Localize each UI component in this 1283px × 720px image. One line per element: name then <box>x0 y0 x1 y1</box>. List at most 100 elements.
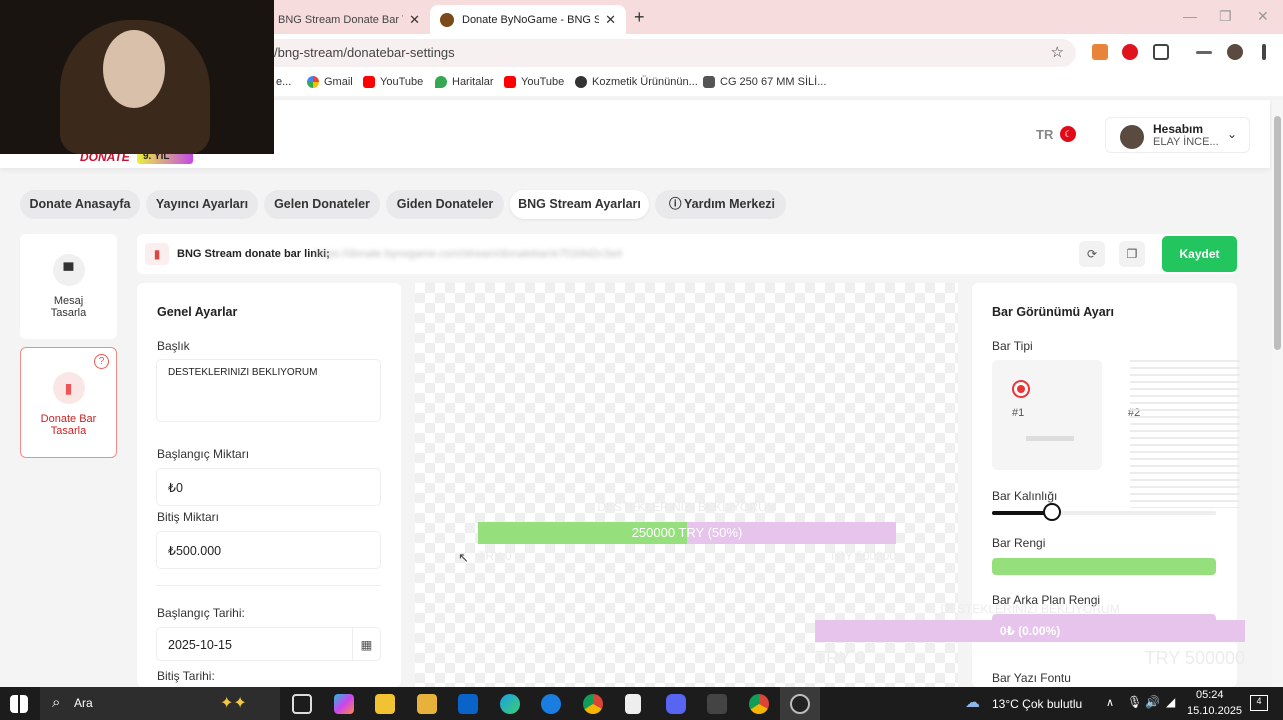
sidebar-item-label: Tasarla <box>50 307 87 319</box>
turkey-flag-icon: ☾ <box>1060 126 1077 142</box>
volume-icon[interactable]: 🔊 <box>1145 695 1160 709</box>
tray-chevron-icon[interactable]: ∧ <box>1106 696 1114 709</box>
video-editor-icon[interactable] <box>707 694 727 714</box>
tab-bng-stream-settings[interactable]: BNG Stream Ayarları <box>510 190 649 219</box>
clock-time[interactable]: 05:24 <box>1196 689 1224 701</box>
bookmark-cg[interactable]: CG 250 67 MM SİLİ... <box>703 76 826 88</box>
start-amount-label: Başlangıç Miktarı <box>157 447 250 461</box>
progress-label: 0₺ (0.00%) <box>999 624 1061 638</box>
bar-type-option-2[interactable]: #2 <box>1110 360 1240 508</box>
store-icon[interactable] <box>375 694 395 714</box>
bookmark-star-icon[interactable]: ☆ <box>1051 39 1064 67</box>
radio-selected-icon[interactable] <box>1012 380 1030 398</box>
discord-icon[interactable] <box>666 694 686 714</box>
clock-date[interactable]: 15.10.2025 <box>1187 705 1242 717</box>
preview-min-label: TRY 0 <box>478 549 512 563</box>
taskbar-active-app[interactable] <box>780 687 820 720</box>
taskbar-search[interactable]: ⌕ Ara ✦✦ <box>40 687 280 720</box>
bar-thickness-label: Bar Kalınlığı <box>992 489 1058 503</box>
start-amount-input[interactable]: ₺0 <box>156 468 381 506</box>
calendar-icon[interactable]: ▦ <box>352 628 380 660</box>
bookmark-cosmetics[interactable]: Kozmetik Ürününün... <box>575 76 698 88</box>
media-control-icon[interactable] <box>1196 51 1212 54</box>
language-selector[interactable]: TR ☾ <box>1036 126 1077 142</box>
network-icon[interactable]: ◢ <box>1166 695 1175 709</box>
extension-fox-icon[interactable] <box>1092 44 1108 60</box>
minimize-icon[interactable]: — <box>1183 8 1197 24</box>
notifications-icon[interactable]: 4 <box>1250 695 1268 711</box>
tab-streamer-settings[interactable]: Yayıncı Ayarları <box>146 190 258 219</box>
refresh-link-icon[interactable]: ⟳ <box>1079 241 1105 267</box>
chrome-icon[interactable] <box>583 694 603 714</box>
outlook-icon[interactable] <box>458 694 478 714</box>
edge-icon[interactable] <box>500 694 520 714</box>
window-close-icon[interactable]: ✕ <box>1257 8 1269 25</box>
bookmark-youtube[interactable]: YouTube <box>504 76 564 88</box>
bookmark-gmail[interactable]: Gmail <box>307 76 353 88</box>
browser-tab-active[interactable]: Donate ByNoGame - BNG Strea ✕ <box>430 5 626 34</box>
tab-outgoing-donates[interactable]: Giden Donateler <box>386 190 504 219</box>
profile-avatar-icon[interactable] <box>1227 44 1243 60</box>
copy-icon[interactable]: ❐ <box>1119 241 1145 267</box>
bookmark-maps[interactable]: Haritalar <box>435 76 494 88</box>
donate-bar-url[interactable]: https://donate.bynogame.com/stream/donat… <box>315 248 622 260</box>
panel-title: Genel Ayarlar <box>157 305 238 319</box>
search-placeholder: Ara <box>74 696 93 710</box>
account-label: Hesabım <box>1153 122 1204 136</box>
bookmark-youtube[interactable]: YouTube <box>363 76 423 88</box>
bar-color-picker[interactable] <box>992 558 1216 575</box>
new-tab-plus-icon[interactable]: + <box>634 7 645 28</box>
bar-type-option-1[interactable]: #1 <box>992 360 1102 470</box>
weather-cloud-icon: ☁ <box>965 694 980 711</box>
scrollbar-thumb[interactable] <box>1274 116 1281 350</box>
url-text: /bng-stream/donatebar-settings <box>274 45 455 60</box>
tab-donate-home[interactable]: Donate Anasayfa <box>20 190 140 219</box>
weather-text[interactable]: 13°C Çok bulutlu <box>992 697 1082 711</box>
internet-explorer-icon[interactable] <box>541 694 561 714</box>
globe-icon <box>575 76 587 88</box>
url-input[interactable]: /bng-stream/donatebar-settings ☆ <box>200 39 1076 67</box>
opera-icon[interactable] <box>1122 44 1138 60</box>
account-menu[interactable]: Hesabım ELAY İNCE... ⌄ <box>1105 117 1250 153</box>
bar-type-thumbnail <box>1026 436 1074 441</box>
bar-type-number: #1 <box>1012 407 1025 419</box>
extensions-puzzle-icon[interactable] <box>1153 44 1169 60</box>
close-tab-icon[interactable]: ✕ <box>605 12 616 28</box>
start-date-label: Başlangıç Tarihi: <box>157 606 245 620</box>
file-explorer-icon[interactable] <box>417 694 437 714</box>
tab-help-center[interactable]: ⓘ Yardım Merkezi <box>655 190 786 219</box>
webcam-overlay <box>0 0 274 154</box>
start-date-input[interactable]: 2025-10-15 ▦ <box>156 627 381 661</box>
notepad-icon[interactable] <box>625 694 641 714</box>
end-amount-input[interactable]: ₺500.000 <box>156 531 381 569</box>
obs-icon <box>790 694 810 714</box>
sidebar-item-donate-bar-design[interactable]: ? ▮ Donate Bar Tasarla <box>20 347 117 458</box>
windows-start-icon[interactable] <box>10 695 28 713</box>
sidebar-item-label: Tasarla <box>50 425 87 437</box>
panel-title: Bar Görünümü Ayarı <box>992 305 1115 319</box>
title-textarea[interactable]: DESTEKLERINIZI BEKLIYORUM <box>156 359 381 422</box>
tab-title: Donate ByNoGame - BNG Strea <box>462 13 600 26</box>
chrome-profile-icon[interactable] <box>749 694 769 714</box>
browser-menu-icon[interactable] <box>1262 44 1266 60</box>
bar-thickness-slider[interactable] <box>992 503 1216 521</box>
sidebar-item-message-design[interactable]: ▀ Mesaj Tasarla <box>20 234 117 339</box>
help-circle-icon: ⓘ <box>669 197 682 211</box>
help-icon[interactable]: ? <box>94 354 109 369</box>
face-shape <box>103 30 165 108</box>
save-button[interactable]: Kaydet <box>1162 236 1237 272</box>
close-tab-icon[interactable]: ✕ <box>409 12 420 28</box>
bar-type-label: Bar Tipi <box>992 339 1033 353</box>
link-label: BNG Stream donate bar linki; <box>177 248 330 260</box>
copilot-icon[interactable] <box>334 694 354 714</box>
browser-tab[interactable]: BNG Stream Donate Bar Ta ✕ <box>268 5 430 34</box>
page-scrollbar[interactable] <box>1272 100 1283 687</box>
task-view-icon[interactable] <box>292 694 312 714</box>
overlay-bar-title: DESTEKLERINIZI BEKLIYORUM <box>940 602 1120 616</box>
tab-incoming-donates[interactable]: Gelen Donateler <box>264 190 380 219</box>
maximize-icon[interactable]: ❐ <box>1219 8 1232 25</box>
overlay-min-label: TRY 0 <box>815 648 866 668</box>
youtube-icon <box>363 76 375 88</box>
bookmark-item[interactable]: e... <box>276 76 291 88</box>
microphone-icon[interactable]: 🎙 <box>1127 695 1142 709</box>
